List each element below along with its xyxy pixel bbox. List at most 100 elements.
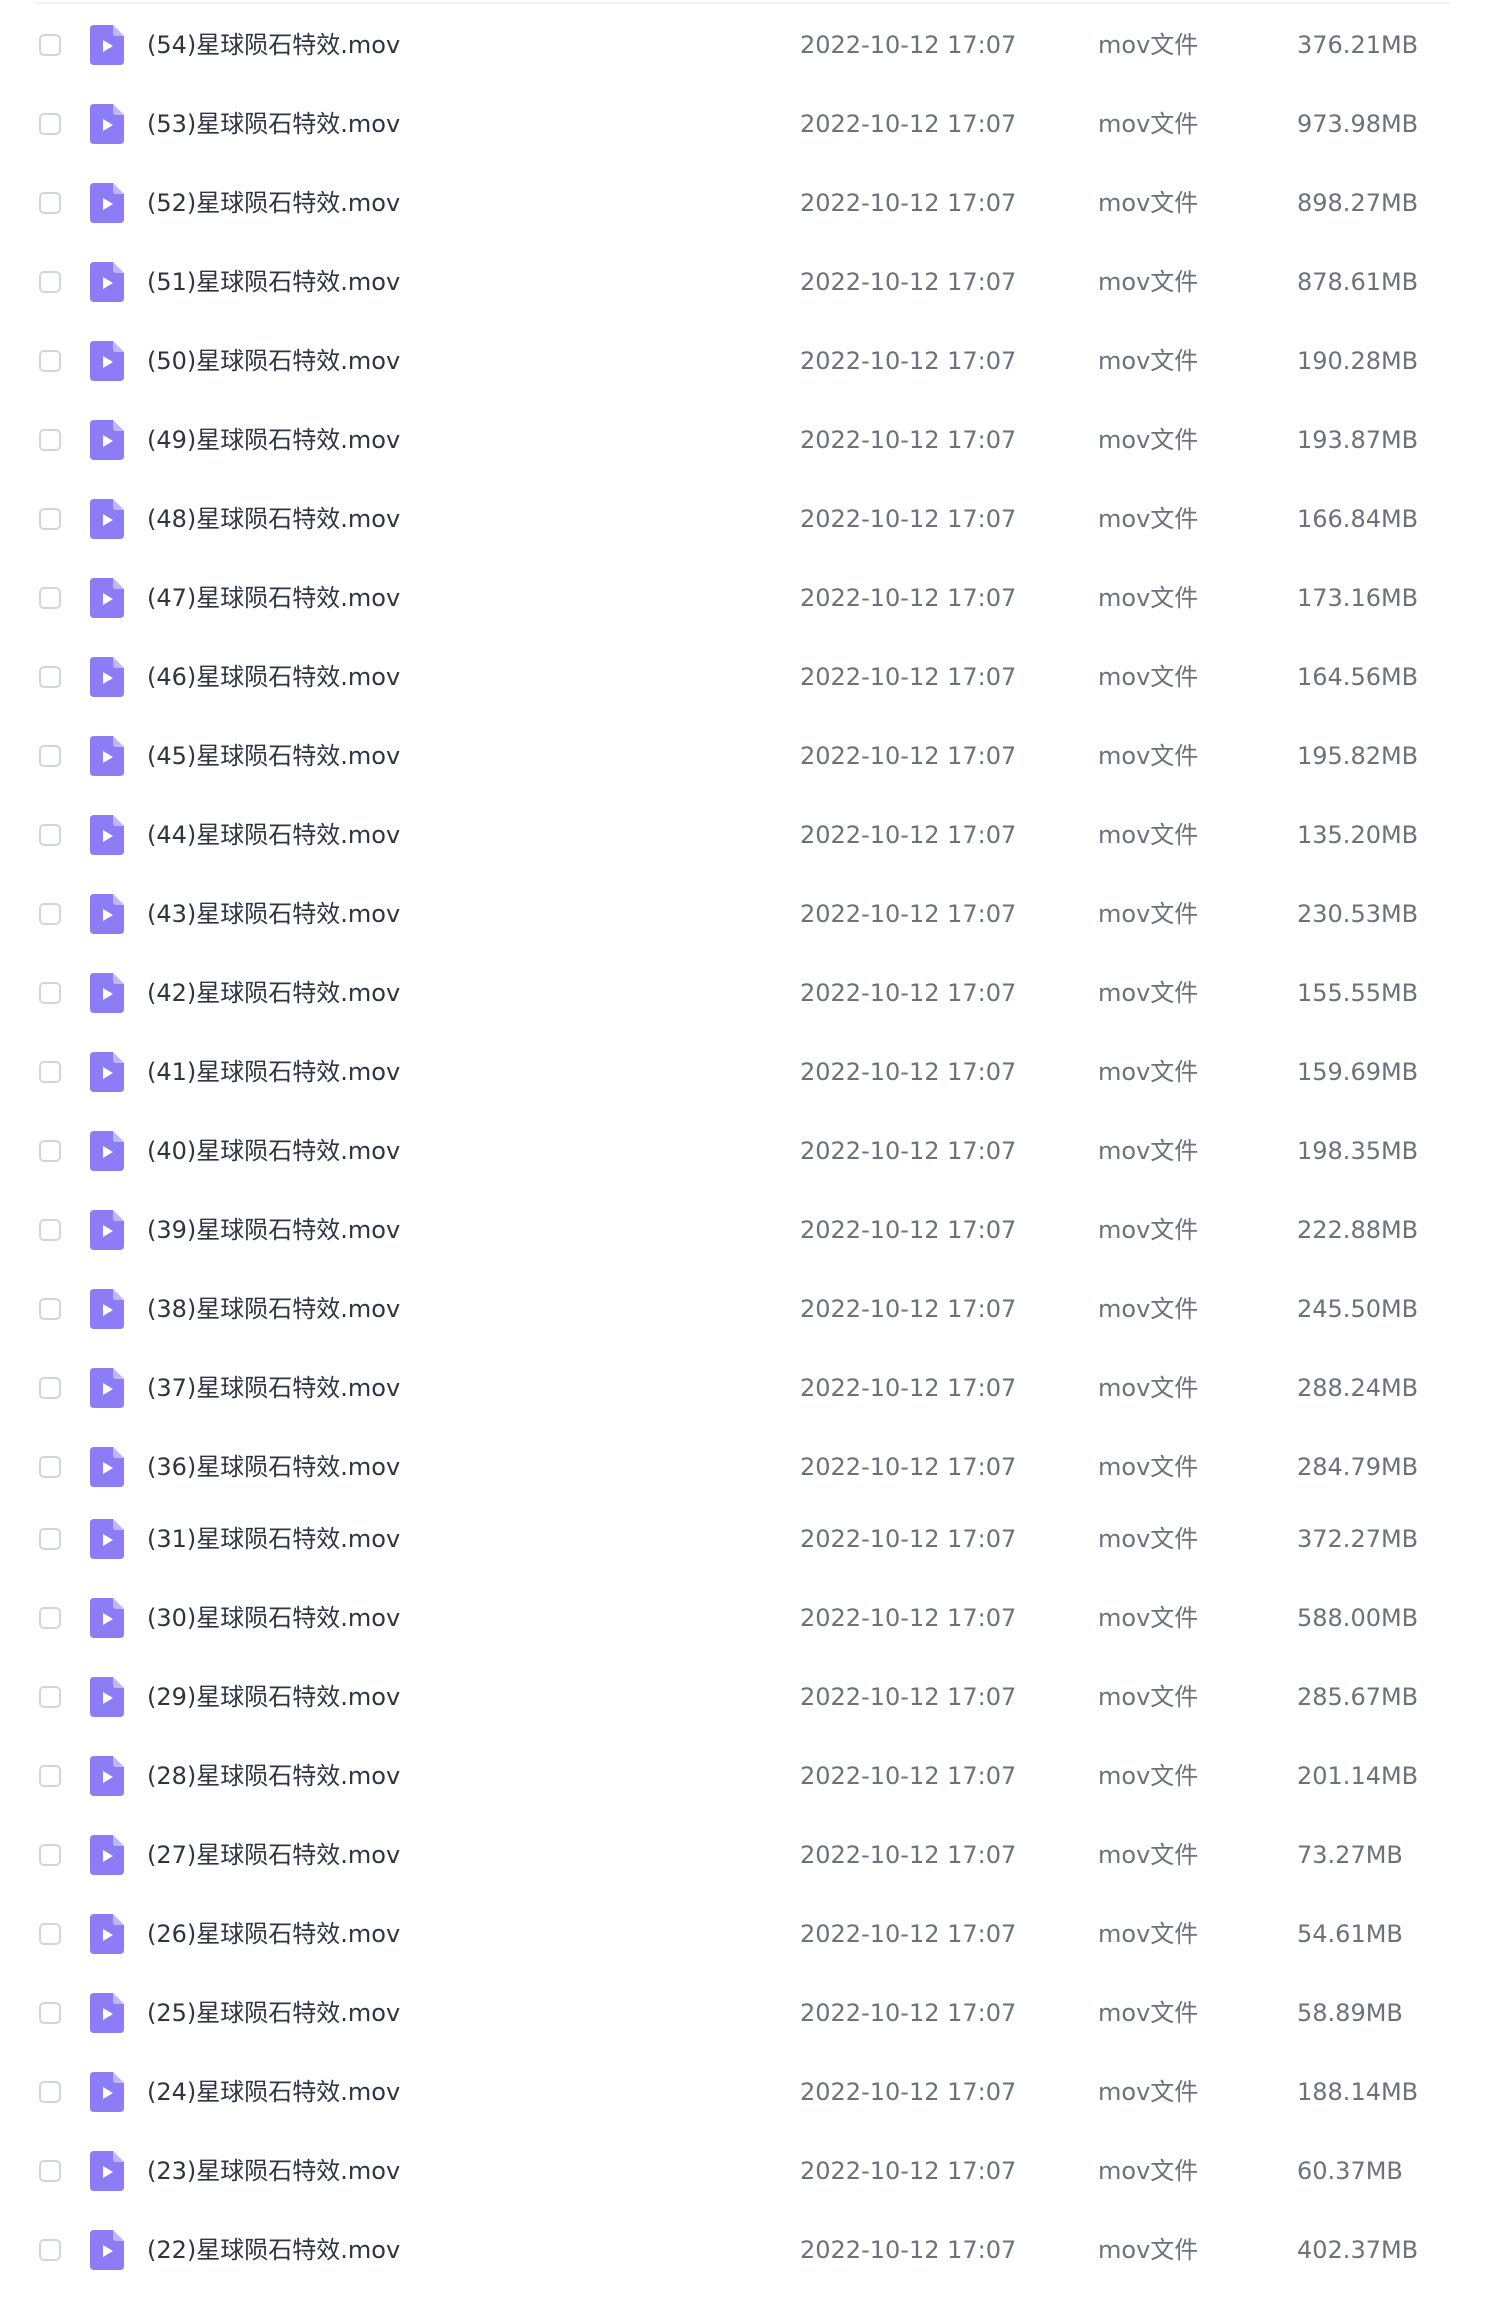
file-row[interactable]: (41)星球陨石特效.mov 2022-10-12 17:07 mov文件 15… bbox=[35, 1042, 1450, 1102]
file-row[interactable]: (52)星球陨石特效.mov 2022-10-12 17:07 mov文件 89… bbox=[35, 173, 1450, 233]
file-row[interactable]: (45)星球陨石特效.mov 2022-10-12 17:07 mov文件 19… bbox=[35, 726, 1450, 786]
file-row[interactable]: (49)星球陨石特效.mov 2022-10-12 17:07 mov文件 19… bbox=[35, 410, 1450, 470]
row-checkbox[interactable] bbox=[39, 350, 61, 372]
file-name[interactable]: (25)星球陨石特效.mov bbox=[147, 1997, 400, 2029]
file-row[interactable]: (43)星球陨石特效.mov 2022-10-12 17:07 mov文件 23… bbox=[35, 884, 1450, 944]
row-checkbox[interactable] bbox=[39, 1219, 61, 1241]
file-name[interactable]: (37)星球陨石特效.mov bbox=[147, 1372, 400, 1404]
file-row[interactable]: (51)星球陨石特效.mov 2022-10-12 17:07 mov文件 87… bbox=[35, 252, 1450, 312]
row-checkbox[interactable] bbox=[39, 2239, 61, 2261]
file-row[interactable]: (44)星球陨石特效.mov 2022-10-12 17:07 mov文件 13… bbox=[35, 805, 1450, 865]
video-file-icon bbox=[90, 104, 124, 144]
file-name[interactable]: (40)星球陨石特效.mov bbox=[147, 1135, 400, 1167]
row-checkbox[interactable] bbox=[39, 1607, 61, 1629]
file-name[interactable]: (54)星球陨石特效.mov bbox=[147, 29, 400, 61]
row-checkbox[interactable] bbox=[39, 429, 61, 451]
video-file-icon bbox=[90, 1835, 124, 1875]
file-name[interactable]: (26)星球陨石特效.mov bbox=[147, 1918, 400, 1950]
row-checkbox[interactable] bbox=[39, 1298, 61, 1320]
row-checkbox[interactable] bbox=[39, 903, 61, 925]
file-name[interactable]: (42)星球陨石特效.mov bbox=[147, 977, 400, 1009]
row-checkbox[interactable] bbox=[39, 1765, 61, 1787]
file-row[interactable]: (53)星球陨石特效.mov 2022-10-12 17:07 mov文件 97… bbox=[35, 94, 1450, 154]
file-modified-date: 2022-10-12 17:07 bbox=[800, 2157, 1017, 2185]
file-name[interactable]: (22)星球陨石特效.mov bbox=[147, 2234, 400, 2266]
file-name[interactable]: (24)星球陨石特效.mov bbox=[147, 2076, 400, 2108]
file-type: mov文件 bbox=[1098, 189, 1199, 217]
file-row[interactable]: (27)星球陨石特效.mov 2022-10-12 17:07 mov文件 73… bbox=[35, 1825, 1450, 1885]
row-checkbox[interactable] bbox=[39, 1528, 61, 1550]
file-row[interactable]: (48)星球陨石特效.mov 2022-10-12 17:07 mov文件 16… bbox=[35, 489, 1450, 549]
file-modified-date: 2022-10-12 17:07 bbox=[800, 1841, 1017, 1869]
file-row[interactable]: (31)星球陨石特效.mov 2022-10-12 17:07 mov文件 37… bbox=[35, 1509, 1450, 1569]
file-row[interactable]: (40)星球陨石特效.mov 2022-10-12 17:07 mov文件 19… bbox=[35, 1121, 1450, 1181]
file-row[interactable]: (46)星球陨石特效.mov 2022-10-12 17:07 mov文件 16… bbox=[35, 647, 1450, 707]
file-name[interactable]: (45)星球陨石特效.mov bbox=[147, 740, 400, 772]
row-checkbox[interactable] bbox=[39, 1456, 61, 1478]
row-checkbox[interactable] bbox=[39, 1923, 61, 1945]
file-row[interactable]: (25)星球陨石特效.mov 2022-10-12 17:07 mov文件 58… bbox=[35, 1983, 1450, 2043]
row-checkbox[interactable] bbox=[39, 745, 61, 767]
file-name[interactable]: (49)星球陨石特效.mov bbox=[147, 424, 400, 456]
file-name[interactable]: (43)星球陨石特效.mov bbox=[147, 898, 400, 930]
row-checkbox[interactable] bbox=[39, 2002, 61, 2024]
file-size: 173.16MB bbox=[1297, 584, 1419, 612]
row-checkbox[interactable] bbox=[39, 2081, 61, 2103]
file-name[interactable]: (29)星球陨石特效.mov bbox=[147, 1681, 400, 1713]
video-file-icon bbox=[90, 1598, 124, 1638]
row-checkbox[interactable] bbox=[39, 1686, 61, 1708]
row-checkbox[interactable] bbox=[39, 1061, 61, 1083]
file-name[interactable]: (44)星球陨石特效.mov bbox=[147, 819, 400, 851]
file-row[interactable]: (50)星球陨石特效.mov 2022-10-12 17:07 mov文件 19… bbox=[35, 331, 1450, 391]
file-row[interactable]: (38)星球陨石特效.mov 2022-10-12 17:07 mov文件 24… bbox=[35, 1279, 1450, 1339]
row-checkbox[interactable] bbox=[39, 1844, 61, 1866]
row-checkbox[interactable] bbox=[39, 824, 61, 846]
row-checkbox[interactable] bbox=[39, 34, 61, 56]
row-checkbox[interactable] bbox=[39, 982, 61, 1004]
file-row[interactable]: (47)星球陨石特效.mov 2022-10-12 17:07 mov文件 17… bbox=[35, 568, 1450, 628]
row-checkbox[interactable] bbox=[39, 587, 61, 609]
file-name[interactable]: (38)星球陨石特效.mov bbox=[147, 1293, 400, 1325]
row-checkbox[interactable] bbox=[39, 1377, 61, 1399]
row-checkbox[interactable] bbox=[39, 666, 61, 688]
file-name[interactable]: (46)星球陨石特效.mov bbox=[147, 661, 400, 693]
file-name[interactable]: (31)星球陨石特效.mov bbox=[147, 1523, 400, 1555]
video-file-icon bbox=[90, 1914, 124, 1954]
video-file-icon bbox=[90, 1052, 124, 1092]
row-checkbox[interactable] bbox=[39, 1140, 61, 1162]
video-file-icon bbox=[90, 815, 124, 855]
file-row[interactable]: (24)星球陨石特效.mov 2022-10-12 17:07 mov文件 18… bbox=[35, 2062, 1450, 2122]
file-name[interactable]: (50)星球陨石特效.mov bbox=[147, 345, 400, 377]
row-checkbox[interactable] bbox=[39, 271, 61, 293]
row-checkbox[interactable] bbox=[39, 113, 61, 135]
file-row[interactable]: (42)星球陨石特效.mov 2022-10-12 17:07 mov文件 15… bbox=[35, 963, 1450, 1023]
file-row[interactable]: (36)星球陨石特效.mov 2022-10-12 17:07 mov文件 28… bbox=[35, 1437, 1450, 1497]
file-row[interactable]: (37)星球陨石特效.mov 2022-10-12 17:07 mov文件 28… bbox=[35, 1358, 1450, 1418]
file-row[interactable]: (29)星球陨石特效.mov 2022-10-12 17:07 mov文件 28… bbox=[35, 1667, 1450, 1727]
file-modified-date: 2022-10-12 17:07 bbox=[800, 426, 1017, 454]
file-name[interactable]: (48)星球陨石特效.mov bbox=[147, 503, 400, 535]
file-row[interactable]: (39)星球陨石特效.mov 2022-10-12 17:07 mov文件 22… bbox=[35, 1200, 1450, 1260]
file-name[interactable]: (28)星球陨石特效.mov bbox=[147, 1760, 400, 1792]
file-name[interactable]: (51)星球陨石特效.mov bbox=[147, 266, 400, 298]
file-name[interactable]: (30)星球陨石特效.mov bbox=[147, 1602, 400, 1634]
file-row[interactable]: (22)星球陨石特效.mov 2022-10-12 17:07 mov文件 40… bbox=[35, 2220, 1450, 2280]
file-row[interactable]: (30)星球陨石特效.mov 2022-10-12 17:07 mov文件 58… bbox=[35, 1588, 1450, 1648]
file-name[interactable]: (36)星球陨石特效.mov bbox=[147, 1451, 400, 1483]
file-row[interactable]: (28)星球陨石特效.mov 2022-10-12 17:07 mov文件 20… bbox=[35, 1746, 1450, 1806]
file-name[interactable]: (53)星球陨石特效.mov bbox=[147, 108, 400, 140]
file-row[interactable]: (23)星球陨石特效.mov 2022-10-12 17:07 mov文件 60… bbox=[35, 2141, 1450, 2201]
row-checkbox[interactable] bbox=[39, 192, 61, 214]
file-type: mov文件 bbox=[1098, 1295, 1199, 1323]
file-name[interactable]: (41)星球陨石特效.mov bbox=[147, 1056, 400, 1088]
file-name[interactable]: (47)星球陨石特效.mov bbox=[147, 582, 400, 614]
file-name[interactable]: (39)星球陨石特效.mov bbox=[147, 1214, 400, 1246]
file-name[interactable]: (23)星球陨石特效.mov bbox=[147, 2155, 400, 2187]
file-row[interactable]: (54)星球陨石特效.mov 2022-10-12 17:07 mov文件 37… bbox=[35, 15, 1450, 75]
file-row[interactable]: (26)星球陨石特效.mov 2022-10-12 17:07 mov文件 54… bbox=[35, 1904, 1450, 1964]
file-name[interactable]: (27)星球陨石特效.mov bbox=[147, 1839, 400, 1871]
row-checkbox[interactable] bbox=[39, 2160, 61, 2182]
row-checkbox[interactable] bbox=[39, 508, 61, 530]
file-name[interactable]: (52)星球陨石特效.mov bbox=[147, 187, 400, 219]
file-type: mov文件 bbox=[1098, 1762, 1199, 1790]
